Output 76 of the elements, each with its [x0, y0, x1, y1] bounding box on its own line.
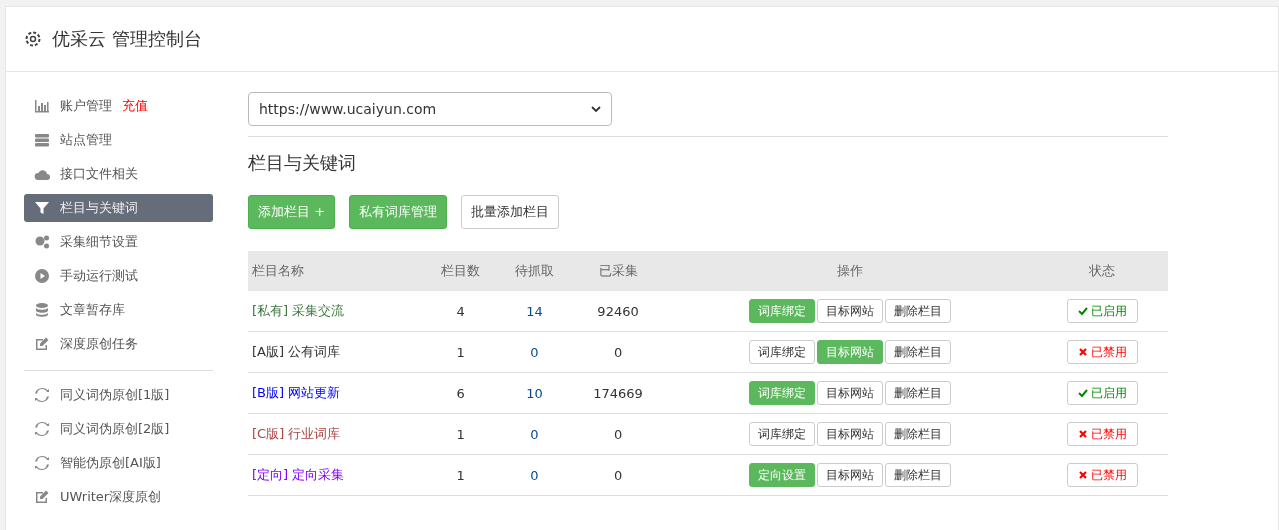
app-title: 优采云 管理控制台 — [52, 27, 202, 51]
column-name: [C版] 行业词库 — [248, 413, 424, 455]
action-button[interactable]: 删除栏目 — [885, 463, 952, 487]
toolbar-button[interactable]: 批量添加栏目 — [461, 195, 560, 229]
database-icon — [34, 302, 50, 318]
status-button[interactable]: 已禁用 — [1066, 422, 1138, 446]
action-button[interactable]: 目标网站 — [817, 381, 884, 405]
server-icon — [34, 132, 50, 148]
close-icon — [1077, 429, 1088, 439]
table-cell: 0 — [497, 454, 572, 496]
column-name: [A版] 公有词库 — [248, 331, 424, 373]
close-icon — [1077, 347, 1088, 357]
table-cell: 1 — [423, 413, 498, 455]
column-header: 状态 — [1036, 251, 1168, 291]
action-button[interactable]: 目标网站 — [817, 299, 884, 323]
sidebar-item[interactable]: 采集细节设置 — [24, 228, 213, 256]
edit-icon — [34, 489, 50, 505]
column-name: [B版] 网站更新 — [248, 372, 424, 414]
table-cell: 0 — [497, 413, 572, 455]
sidebar-item[interactable]: 同义词伪原创[1版] — [24, 381, 213, 409]
action-button[interactable]: 目标网站 — [817, 463, 884, 487]
refresh-icon — [34, 455, 50, 471]
table-cell: 1 — [423, 331, 498, 373]
column-header: 待抓取 — [497, 251, 572, 291]
column-header: 已采集 — [571, 251, 665, 291]
bar-chart-icon — [34, 98, 50, 114]
action-button[interactable]: 删除栏目 — [885, 299, 952, 323]
column-header: 栏目数 — [423, 251, 498, 291]
table-cell: 1 — [423, 454, 498, 496]
refresh-icon — [34, 421, 50, 437]
table-cell: 92460 — [571, 291, 665, 332]
check-icon — [1077, 388, 1088, 398]
close-icon — [1077, 470, 1088, 480]
caret-icon — [591, 105, 601, 113]
action-button[interactable]: 删除栏目 — [885, 381, 952, 405]
action-button[interactable]: 删除栏目 — [885, 422, 952, 446]
column-header: 栏目名称 — [248, 251, 424, 291]
table-cell: 0 — [571, 413, 665, 455]
settings-icon — [24, 30, 42, 48]
sidebar-item[interactable]: 文章暂存库 — [24, 296, 213, 324]
column-name: [私有] 采集交流 — [248, 291, 424, 332]
status-button[interactable]: 已启用 — [1066, 299, 1138, 323]
site-select[interactable]: https://www.ucaiyun.com — [248, 92, 612, 126]
table-cell: 6 — [423, 372, 498, 414]
action-button[interactable]: 词库绑定 — [749, 422, 816, 446]
recharge-link[interactable]: 充值 — [122, 97, 148, 115]
action-button[interactable]: 删除栏目 — [885, 340, 952, 364]
status-button[interactable]: 已禁用 — [1066, 463, 1138, 487]
sidebar-item[interactable]: 栏目与关键词 — [24, 194, 213, 222]
check-icon — [1077, 306, 1088, 316]
status-button[interactable]: 已禁用 — [1066, 340, 1138, 364]
sidebar-item[interactable]: 深度原创任务 — [24, 330, 213, 358]
table-cell: 174669 — [571, 372, 665, 414]
table-cell: 0 — [497, 331, 572, 373]
sidebar-item[interactable]: 智能伪原创[AI版] — [24, 449, 213, 477]
section-title: 栏目与关键词 — [248, 151, 357, 175]
sidebar-item[interactable]: 账户管理 充值 — [24, 92, 213, 120]
table-cell: 0 — [571, 331, 665, 373]
action-button[interactable]: 词库绑定 — [749, 340, 816, 364]
column-name: [定向] 定向采集 — [248, 454, 424, 496]
sidebar-item[interactable]: 手动运行测试 — [24, 262, 213, 290]
play-icon — [34, 268, 50, 284]
refresh-icon — [34, 387, 50, 403]
column-header: 操作 — [664, 251, 1037, 291]
sidebar-item[interactable]: 接口文件相关 — [24, 160, 213, 188]
sidebar-item[interactable]: UWriter深度原创 — [24, 483, 213, 511]
edit-icon — [34, 336, 50, 352]
status-button[interactable]: 已启用 — [1066, 381, 1138, 405]
action-button[interactable]: 目标网站 — [817, 422, 884, 446]
sidebar-item[interactable]: 站点管理 — [24, 126, 213, 154]
table-cell: 10 — [497, 372, 572, 414]
table-cell: 4 — [423, 291, 498, 332]
table-cell: 14 — [497, 291, 572, 332]
sidebar-item[interactable]: 同义词伪原创[2版] — [24, 415, 213, 443]
filter-icon — [34, 200, 50, 216]
table-cell: 0 — [571, 454, 665, 496]
